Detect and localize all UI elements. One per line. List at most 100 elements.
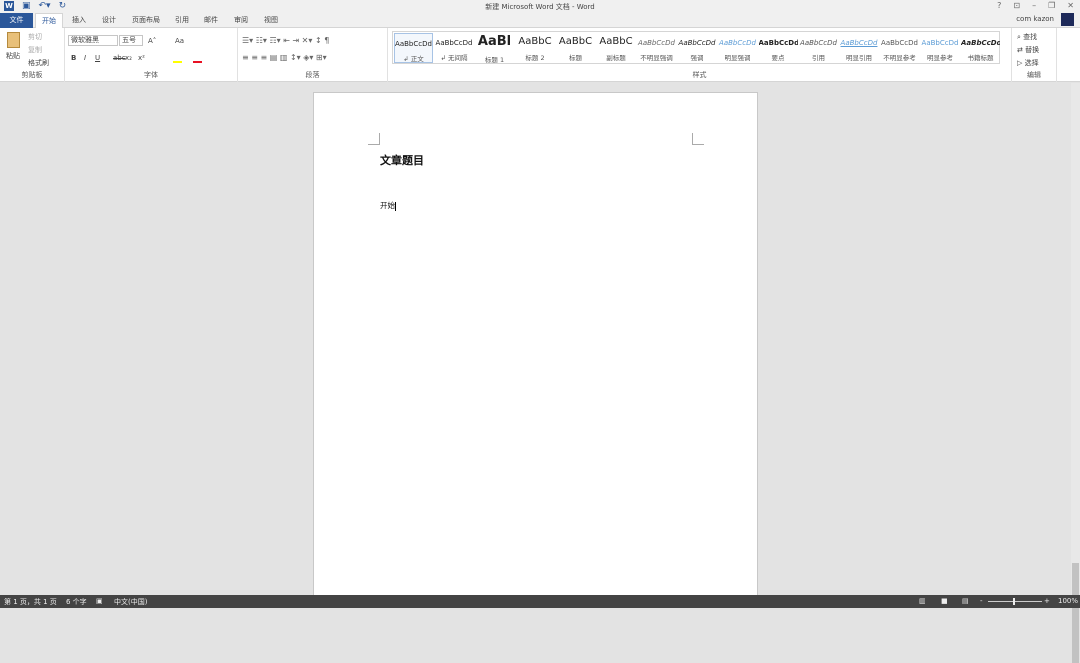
superscript-button[interactable]: x² <box>138 54 145 62</box>
copy-button[interactable]: 复制 <box>28 45 42 55</box>
style-item[interactable]: AaBbC 副标题 <box>597 33 636 63</box>
style-preview: AaBl <box>477 34 512 49</box>
ribbon: 粘贴 剪切 复制 格式刷 剪贴板 微软雅黑 五号 A˄ Aa B I U abc… <box>0 28 1080 82</box>
paste-button[interactable]: 粘贴 <box>6 51 20 61</box>
document-heading[interactable]: 文章题目 <box>380 152 424 168</box>
find-button[interactable]: ⌕ 查找 <box>1017 32 1037 42</box>
style-name: ↲ 无间隔 <box>440 54 468 62</box>
paste-icon[interactable] <box>7 32 20 48</box>
style-item[interactable]: AaBbCcDd 明显参考 <box>921 33 960 63</box>
tab-review[interactable]: 审阅 <box>228 13 254 28</box>
tab-mailings[interactable]: 邮件 <box>198 13 224 28</box>
document-paragraph[interactable]: 开始 <box>380 200 396 211</box>
restore-button[interactable]: ❐ <box>1048 1 1055 10</box>
title-bar: W ▣ ↶▾ ↻ 新建 Microsoft Word 文档 - Word ? ⊡… <box>0 0 1080 13</box>
style-name: 不明显强调 <box>640 54 673 62</box>
style-item[interactable]: AaBbCcDd 明显强调 <box>718 33 757 63</box>
tab-design[interactable]: 设计 <box>96 13 122 28</box>
editing-label: 编辑 <box>1027 71 1041 79</box>
style-item[interactable]: AaBbC 标题 <box>556 33 595 63</box>
minimize-button[interactable]: – <box>1032 1 1036 10</box>
style-preview: AaBbCcDd <box>638 39 675 47</box>
close-button[interactable]: ✕ <box>1067 1 1074 10</box>
format-painter-button[interactable]: 格式刷 <box>28 58 49 68</box>
style-preview: AaBbCcDd <box>840 39 878 47</box>
style-name: 标题 1 <box>484 56 505 64</box>
language[interactable]: 中文(中国) <box>114 597 147 607</box>
find-label: 查找 <box>1023 33 1038 41</box>
bold-button[interactable]: B <box>71 54 76 62</box>
style-item[interactable]: AaBbCcDd 强调 <box>678 33 717 63</box>
style-preview: AaBbC <box>518 36 552 47</box>
style-name: 强调 <box>690 54 704 62</box>
zoom-in-button[interactable]: + <box>1044 597 1050 605</box>
style-item[interactable]: AaBbCcDd ↲ 正文 <box>394 33 433 63</box>
style-name: 副标题 <box>606 54 626 62</box>
replace-button[interactable]: ⇄ 替换 <box>1017 45 1039 55</box>
align-buttons-icon[interactable]: ≡ ≡ ≡ ▤ ▥ ↕▾ ◈▾ ⊞▾ <box>242 53 327 62</box>
select-button[interactable]: ▷ 选择 <box>1017 58 1039 68</box>
text-cursor <box>395 201 396 211</box>
tab-references[interactable]: 引用 <box>169 13 195 28</box>
style-item[interactable]: AaBbCcDd 书籍标题 <box>961 33 1000 63</box>
font-name-select[interactable]: 微软雅黑 <box>68 35 118 46</box>
font-color-icon[interactable] <box>193 61 202 63</box>
print-layout-icon[interactable]: ■ <box>941 597 948 605</box>
web-layout-icon[interactable]: ▤ <box>962 597 969 605</box>
style-item[interactable]: AaBbCcDd 要点 <box>759 33 798 63</box>
style-preview: AaBbCcDd <box>881 39 918 47</box>
zoom-level[interactable]: 100% <box>1058 597 1078 605</box>
vertical-scrollbar[interactable] <box>1071 83 1080 663</box>
proofing-icon[interactable]: ▣ <box>96 597 103 605</box>
style-item[interactable]: AaBbCcDd 明显引用 <box>840 33 879 63</box>
tab-home[interactable]: 开始 <box>35 13 63 29</box>
style-preview: AaBbC <box>599 36 633 47</box>
tab-insert[interactable]: 插入 <box>66 13 92 28</box>
paragraph-group: ☰▾ ☷▾ ☶▾ ⇤ ⇥ ✕▾ ↕ ¶ ≡ ≡ ≡ ▤ ▥ ↕▾ ◈▾ ⊞▾ 段… <box>238 28 388 82</box>
word-count[interactable]: 6 个字 <box>66 597 87 607</box>
margin-marker <box>368 133 380 145</box>
style-preview: AaBbCcDd <box>395 40 432 48</box>
font-group: 微软雅黑 五号 A˄ Aa B I U abc x₂ x² 字体 <box>65 28 238 82</box>
ribbon-display-button[interactable]: ⊡ <box>1013 1 1020 10</box>
style-item[interactable]: AaBbCcDd 不明显强调 <box>637 33 676 63</box>
scrollbar-thumb[interactable] <box>1072 563 1079 663</box>
style-item[interactable]: AaBbCcDd 不明显参考 <box>880 33 919 63</box>
select-label: 选择 <box>1024 59 1039 67</box>
style-preview: AaBbCcDd <box>678 39 716 47</box>
style-name: 标题 <box>569 54 582 62</box>
italic-button[interactable]: I <box>84 54 86 62</box>
zoom-slider-thumb[interactable] <box>1013 598 1015 605</box>
zoom-slider[interactable] <box>988 601 1042 602</box>
highlight-icon[interactable] <box>173 61 182 63</box>
font-label: 字体 <box>144 71 158 79</box>
list-buttons-icon[interactable]: ☰▾ ☷▾ ☶▾ ⇤ ⇥ ✕▾ ↕ ¶ <box>242 36 329 45</box>
tab-layout[interactable]: 页面布局 <box>126 13 166 28</box>
style-item[interactable]: AaBbCcDd 引用 <box>799 33 838 63</box>
style-item[interactable]: AaBbCcDd ↲ 无间隔 <box>435 33 474 63</box>
style-item[interactable]: AaBl 标题 1 <box>475 33 514 64</box>
avatar[interactable] <box>1061 13 1074 26</box>
zoom-out-button[interactable]: - <box>980 597 983 605</box>
help-button[interactable]: ? <box>997 1 1001 10</box>
cut-button[interactable]: 剪切 <box>28 32 42 42</box>
document-page[interactable]: 文章题目 开始 <box>313 92 758 602</box>
font-size-select[interactable]: 五号 <box>119 35 143 46</box>
style-item[interactable]: AaBbC 标题 2 <box>516 33 555 63</box>
tab-view[interactable]: 视图 <box>258 13 284 28</box>
user-account[interactable]: com kazon <box>1016 15 1054 23</box>
styles-gallery: AaBbCcDd ↲ 正文 AaBbCcDd ↲ 无间隔 AaBl 标题 1 AaBbC 标题… <box>392 31 1000 64</box>
change-case-button[interactable]: Aa <box>175 37 184 45</box>
style-name: 明显引用 <box>846 54 872 62</box>
style-preview: AaBbCcDd <box>435 39 473 47</box>
style-name: 书籍标题 <box>967 54 994 62</box>
underline-button[interactable]: U <box>95 54 100 62</box>
strikethrough-button[interactable]: abc <box>113 54 126 62</box>
paragraph-text: 开始 <box>380 201 395 210</box>
page-count[interactable]: 第 1 页，共 1 页 <box>4 597 57 607</box>
subscript-button[interactable]: x₂ <box>125 54 132 62</box>
style-name: 标题 2 <box>525 54 545 62</box>
read-mode-icon[interactable]: ▥ <box>919 597 926 605</box>
tab-file[interactable]: 文件 <box>0 13 33 28</box>
grow-font-button[interactable]: A˄ <box>148 37 156 45</box>
